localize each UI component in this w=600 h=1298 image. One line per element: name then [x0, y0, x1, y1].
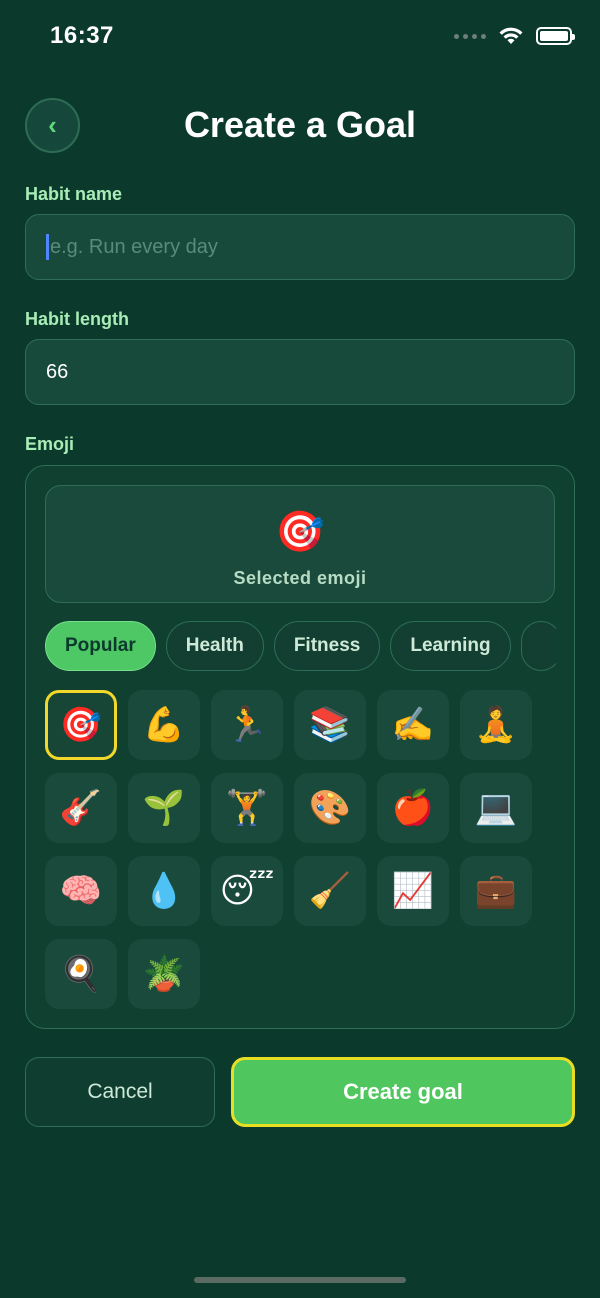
status-time: 16:37	[50, 22, 114, 49]
battery-icon	[536, 27, 575, 45]
create-goal-button[interactable]: Create goal	[231, 1057, 575, 1127]
emoji-option[interactable]: 🎸	[45, 773, 117, 843]
emoji-category-tabs: Popular Health Fitness Learning	[45, 621, 556, 673]
habit-name-placeholder: e.g. Run every day	[50, 235, 218, 258]
page-title: Create a Goal	[183, 104, 417, 145]
signal-icon	[454, 33, 486, 39]
emoji-option[interactable]: 💪	[128, 690, 200, 760]
emoji-option[interactable]: 🧹	[294, 856, 366, 926]
emoji-panel: 🎯 Selected emoji Popular Health Fitness Lea…	[25, 465, 575, 1029]
emoji-option[interactable]: 💧	[128, 856, 200, 926]
selected-emoji-label: Selected emoji	[233, 568, 367, 588]
emoji-option[interactable]: ✍️	[377, 690, 449, 760]
emoji-option[interactable]: 🍎	[377, 773, 449, 843]
emoji-option[interactable]: 📚	[294, 690, 366, 760]
habit-length-label: Habit length	[25, 309, 129, 329]
habit-length-value: 66	[46, 360, 69, 383]
category-tab-popular[interactable]: Popular	[45, 621, 156, 671]
category-tab-learning[interactable]: Learning	[390, 621, 511, 671]
emoji-option[interactable]: 💼	[460, 856, 532, 926]
habit-name-label: Habit name	[25, 184, 123, 204]
emoji-label: Emoji	[25, 434, 75, 454]
emoji-option[interactable]: 🎨	[294, 773, 366, 843]
category-tab-fitness[interactable]: Fitness	[273, 621, 381, 671]
emoji-option[interactable]: 🍳	[45, 939, 117, 1009]
selected-emoji: 🎯	[275, 510, 325, 554]
emoji-option[interactable]: 🧠	[45, 856, 117, 926]
category-tab-health[interactable]: Health	[165, 621, 264, 671]
emoji-option[interactable]: 🎯	[45, 690, 117, 760]
home-indicator	[194, 1277, 406, 1283]
wifi-icon	[499, 27, 523, 44]
emoji-option[interactable]: 💻	[460, 773, 532, 843]
text-caret	[46, 234, 49, 260]
emoji-option[interactable]: 😴	[211, 856, 283, 926]
emoji-option[interactable]: 🌱	[128, 773, 200, 843]
emoji-option[interactable]: 🪴	[128, 939, 200, 1009]
category-tab-more[interactable]	[520, 621, 556, 671]
status-icons	[454, 26, 575, 46]
emoji-option[interactable]: 📈	[377, 856, 449, 926]
emoji-option[interactable]: 🧘	[460, 690, 532, 760]
selected-emoji-preview: 🎯 Selected emoji	[45, 485, 555, 603]
emoji-option[interactable]: 🏋️	[211, 773, 283, 843]
habit-length-input[interactable]: 66	[25, 339, 575, 405]
cancel-button[interactable]: Cancel	[25, 1057, 215, 1127]
habit-name-input[interactable]: e.g. Run every day	[25, 214, 575, 280]
emoji-option[interactable]: 🏃	[211, 690, 283, 760]
